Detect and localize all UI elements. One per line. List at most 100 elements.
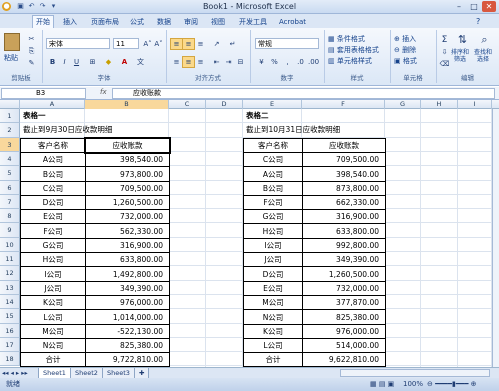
autosum-icon[interactable]: Σ: [438, 34, 451, 46]
tab-review[interactable]: 审阅: [181, 16, 201, 28]
column-header-a[interactable]: A: [20, 100, 85, 109]
minimize-button[interactable]: –: [452, 1, 466, 12]
row-header[interactable]: 14: [0, 295, 20, 309]
table1-header-name-cell[interactable]: 客户名称: [20, 138, 86, 153]
borders-icon[interactable]: ⊞: [86, 56, 99, 68]
table1-row-name-cell[interactable]: K公司: [20, 295, 86, 310]
sheet-nav-icon[interactable]: ◂◂ ◂ ▸ ▸▸: [2, 368, 28, 378]
table2-row-amount-cell[interactable]: 662,330.00: [302, 195, 386, 210]
delete-cells-button[interactable]: ⊖ 删除: [394, 45, 416, 55]
table1-row-amount-cell[interactable]: 709,500.00: [85, 181, 170, 196]
column-header-h[interactable]: H: [421, 100, 458, 109]
table2-row-name-cell[interactable]: D公司: [243, 266, 303, 282]
table2-row-amount-cell[interactable]: 976,000.00: [302, 324, 386, 339]
row-header[interactable]: 1: [0, 109, 20, 123]
increase-decimal-icon[interactable]: .0: [294, 56, 307, 68]
row-header[interactable]: 10: [0, 238, 20, 252]
table2-row-name-cell[interactable]: I公司: [243, 238, 303, 253]
table1-row-amount-cell[interactable]: 732,000.00: [85, 209, 170, 224]
tab-page-layout[interactable]: 页面布局: [88, 16, 122, 28]
table2-row-amount-cell[interactable]: 873,800.00: [302, 181, 386, 196]
select-all-corner[interactable]: [0, 100, 20, 109]
column-header-b[interactable]: B: [85, 100, 169, 109]
sort-filter-icon[interactable]: ⇅: [453, 33, 472, 48]
find-select-button[interactable]: 查找和 选择: [474, 49, 492, 63]
table2-row-amount-cell[interactable]: 633,800.00: [302, 223, 386, 239]
align-bottom-icon[interactable]: ≡: [194, 38, 207, 50]
font-color-icon[interactable]: A: [118, 56, 131, 68]
zoom-slider[interactable]: ⊖ ━━━━▮━━━ ⊕: [427, 379, 477, 390]
wrap-text-icon[interactable]: ↵: [226, 38, 239, 50]
table2-row-name-cell[interactable]: E公司: [243, 281, 303, 296]
phonetic-icon[interactable]: 文: [134, 56, 147, 68]
table1-row-amount-cell[interactable]: 398,540.00: [85, 152, 170, 167]
table1-row-name-cell[interactable]: J公司: [20, 281, 86, 296]
table2-row-amount-cell[interactable]: 377,870.00: [302, 295, 386, 310]
table2-row-name-cell[interactable]: J公司: [243, 252, 303, 267]
percent-icon[interactable]: %: [268, 56, 281, 68]
table2-row-amount-cell[interactable]: 349,390.00: [302, 252, 386, 267]
maximize-button[interactable]: □: [467, 1, 481, 12]
table2-row-name-cell[interactable]: B公司: [243, 181, 303, 196]
currency-icon[interactable]: ¥: [255, 56, 268, 68]
name-box[interactable]: B3: [1, 88, 86, 99]
row-header[interactable]: 6: [0, 181, 20, 195]
column-header-g[interactable]: G: [385, 100, 421, 109]
table1-row-name-cell[interactable]: I公司: [20, 266, 86, 282]
table1-total-name-cell[interactable]: 合计: [20, 352, 86, 367]
table1-row-name-cell[interactable]: E公司: [20, 209, 86, 224]
table2-row-name-cell[interactable]: F公司: [243, 195, 303, 210]
row-header[interactable]: 13: [0, 281, 20, 295]
view-buttons-icon[interactable]: ▦ ▤ ▣: [370, 379, 394, 390]
table1-row-amount-cell[interactable]: 973,800.00: [85, 166, 170, 182]
paste-icon[interactable]: [4, 33, 20, 51]
table2-row-name-cell[interactable]: K公司: [243, 324, 303, 339]
table1-row-amount-cell[interactable]: 1,014,000.00: [85, 309, 170, 325]
find-select-icon[interactable]: ⌕: [475, 33, 494, 48]
fill-color-icon[interactable]: ◆: [102, 56, 115, 68]
row-header[interactable]: 5: [0, 166, 20, 181]
column-header-d[interactable]: D: [206, 100, 243, 109]
column-header-c[interactable]: C: [169, 100, 206, 109]
table2-row-name-cell[interactable]: H公司: [243, 223, 303, 239]
row-header[interactable]: 16: [0, 324, 20, 338]
table1-row-name-cell[interactable]: L公司: [20, 309, 86, 325]
row-header[interactable]: 12: [0, 266, 20, 281]
table2-header-amount-cell[interactable]: 应收账款: [302, 138, 386, 153]
font-size-select[interactable]: 11: [113, 38, 139, 49]
cell-styles-button[interactable]: ▥ 单元格样式: [328, 56, 372, 66]
column-header-e[interactable]: E: [243, 100, 302, 109]
row-header[interactable]: 11: [0, 252, 20, 266]
table2-row-amount-cell[interactable]: 732,000.00: [302, 281, 386, 296]
table1-row-name-cell[interactable]: B公司: [20, 166, 86, 182]
table1-row-name-cell[interactable]: G公司: [20, 238, 86, 253]
table2-total-name-cell[interactable]: 合计: [243, 352, 303, 367]
row-header[interactable]: 4: [0, 152, 20, 166]
tab-developer[interactable]: 开发工具: [236, 16, 270, 28]
clear-icon[interactable]: ⌫: [438, 58, 451, 70]
table2-row-name-cell[interactable]: L公司: [243, 338, 303, 353]
table2-row-amount-cell[interactable]: 514,000.00: [302, 338, 386, 353]
table2-row-name-cell[interactable]: M公司: [243, 295, 303, 310]
tab-home[interactable]: 开始: [32, 15, 54, 28]
worksheet-grid[interactable]: 1 2 3 4 5 6 7 8 9 10 11 12 13 14 15 16 17 18 表格一 截止到9月30日应收…: [0, 109, 499, 367]
copy-icon[interactable]: ⎘: [25, 45, 38, 57]
table1-row-amount-cell[interactable]: 1,260,500.00: [85, 195, 170, 210]
row-header[interactable]: 7: [0, 195, 20, 209]
table2-row-amount-cell[interactable]: 316,900.00: [302, 209, 386, 224]
cut-icon[interactable]: ✂: [25, 33, 38, 45]
comma-style-icon[interactable]: ,: [281, 56, 294, 68]
underline-button[interactable]: U: [70, 56, 83, 68]
fill-icon[interactable]: ⇩: [438, 46, 451, 58]
format-painter-icon[interactable]: ✎: [25, 57, 38, 69]
number-format-select[interactable]: 常规: [255, 38, 319, 49]
table2-row-amount-cell[interactable]: 825,380.00: [302, 309, 386, 325]
table1-row-amount-cell[interactable]: 825,380.00: [85, 338, 170, 353]
sort-filter-button[interactable]: 排序和 筛选: [451, 49, 469, 63]
table1-total-amount-cell[interactable]: 9,722,810.00: [85, 352, 170, 367]
table1-row-amount-cell[interactable]: 1,492,800.00: [85, 266, 170, 282]
table2-header-name-cell[interactable]: 客户名称: [243, 138, 303, 153]
table1-row-name-cell[interactable]: F公司: [20, 223, 86, 239]
vertical-scrollbar[interactable]: [492, 109, 499, 367]
tab-data[interactable]: 数据: [154, 16, 174, 28]
